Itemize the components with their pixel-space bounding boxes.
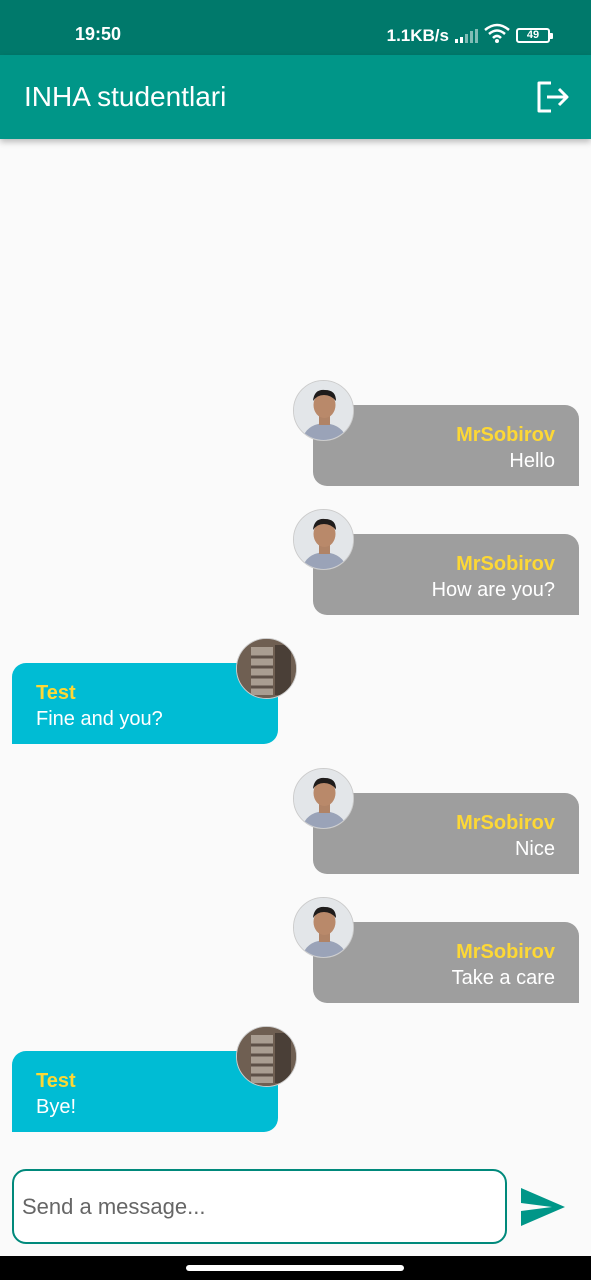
app-bar: INHA studentlari <box>0 55 591 139</box>
app-title: INHA studentlari <box>24 81 227 112</box>
avatar <box>293 768 354 829</box>
status-time: 19:50 <box>75 24 122 44</box>
network-speed: 1.1KB/s <box>386 25 449 45</box>
avatar <box>236 1026 297 1087</box>
send-button[interactable] <box>520 1187 566 1227</box>
wifi-icon <box>484 23 510 48</box>
message-list[interactable]: MrSobirov Hello MrSobirov How are you? T… <box>0 139 591 1159</box>
signal-icon <box>455 28 478 43</box>
avatar <box>293 897 354 958</box>
message-sender: MrSobirov <box>456 812 555 834</box>
avatar <box>236 638 297 699</box>
message-sender: MrSobirov <box>456 941 555 963</box>
message-sender: MrSobirov <box>456 553 555 575</box>
message-text: Take a care <box>451 967 555 989</box>
status-bar: 19:50 1.1KB/s 49 <box>0 0 591 55</box>
message-input[interactable] <box>12 1169 507 1244</box>
system-nav-bar <box>0 1256 591 1280</box>
composer <box>0 1159 591 1256</box>
message-sender: Test <box>36 1070 76 1092</box>
message-text: Bye! <box>36 1096 77 1118</box>
avatar <box>293 380 354 441</box>
logout-button[interactable] <box>535 79 571 115</box>
home-indicator[interactable] <box>186 1265 404 1271</box>
message-text: Nice <box>514 838 555 860</box>
message-text: Hello <box>509 450 555 472</box>
avatar <box>293 509 354 570</box>
battery-level: 49 <box>516 28 550 43</box>
message-sender: Test <box>36 682 76 704</box>
message-text: How are you? <box>431 579 555 601</box>
message-text: Fine and you? <box>36 708 163 730</box>
send-icon <box>521 1188 565 1226</box>
battery-icon: 49 <box>516 28 553 43</box>
message-sender: MrSobirov <box>456 424 555 446</box>
status-indicators: 1.1KB/s 49 <box>387 23 553 48</box>
logout-icon <box>537 81 569 113</box>
